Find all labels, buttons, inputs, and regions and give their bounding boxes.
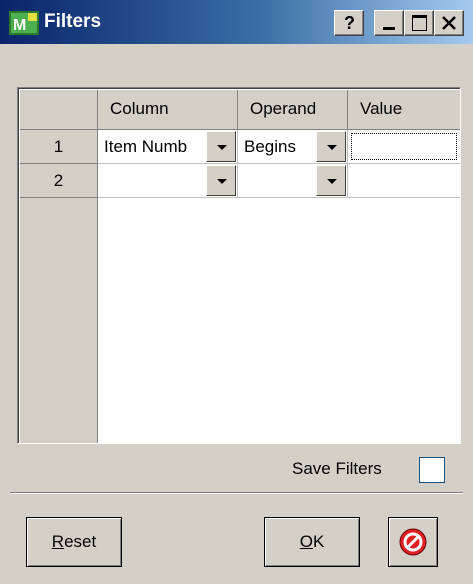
filter-grid[interactable]: Column Operand Value 1 Item Numb Begins … [17,87,461,444]
ok-label: K [312,532,325,551]
reset-button[interactable]: Reset [26,517,122,567]
minimize-button[interactable] [374,10,404,36]
svg-text:M: M [13,17,26,34]
row-header[interactable]: 2 [20,164,98,198]
help-icon: ? [344,13,355,33]
reset-mnemonic: R [51,532,65,551]
help-button[interactable]: ? [334,10,364,36]
save-filters-checkbox[interactable] [419,457,445,483]
operand-cell[interactable]: Begins [238,130,348,164]
column-value: Item Numb [104,137,188,156]
chevron-down-icon [327,145,337,150]
column-dropdown-button[interactable] [206,131,236,162]
chevron-down-icon [327,179,337,184]
column-header-value[interactable]: Value [348,90,460,130]
chevron-down-icon [217,179,227,184]
no-entry-icon [399,528,427,556]
operand-value: Begins [244,137,296,156]
operand-dropdown-button[interactable] [316,131,346,162]
focus-rectangle [351,133,457,160]
title-bar: M Filters ? [0,0,473,44]
column-header-column[interactable]: Column [98,90,238,130]
divider [10,492,463,494]
window-title: Filters [44,11,102,32]
row-header[interactable]: 1 [20,130,98,164]
close-button[interactable] [434,10,464,36]
app-icon: M [9,11,39,35]
save-filters-label[interactable]: Save Filters [292,459,382,479]
ok-button[interactable]: OK [264,517,360,567]
value-cell[interactable] [348,164,460,198]
column-dropdown-button[interactable] [206,165,236,196]
column-cell[interactable]: Item Numb [98,130,238,164]
chevron-down-icon [217,145,227,150]
maximize-button[interactable] [404,10,434,36]
cancel-button[interactable] [388,517,438,567]
reset-label: eset [64,532,97,551]
close-icon [442,16,456,30]
column-cell[interactable] [98,164,238,198]
maximize-icon [412,15,427,31]
operand-dropdown-button[interactable] [316,165,346,196]
minimize-icon [383,27,395,30]
value-cell[interactable] [348,130,460,164]
ok-mnemonic: O [299,532,313,551]
grid-corner [20,90,98,130]
column-header-operand[interactable]: Operand [238,90,348,130]
operand-cell[interactable] [238,164,348,198]
